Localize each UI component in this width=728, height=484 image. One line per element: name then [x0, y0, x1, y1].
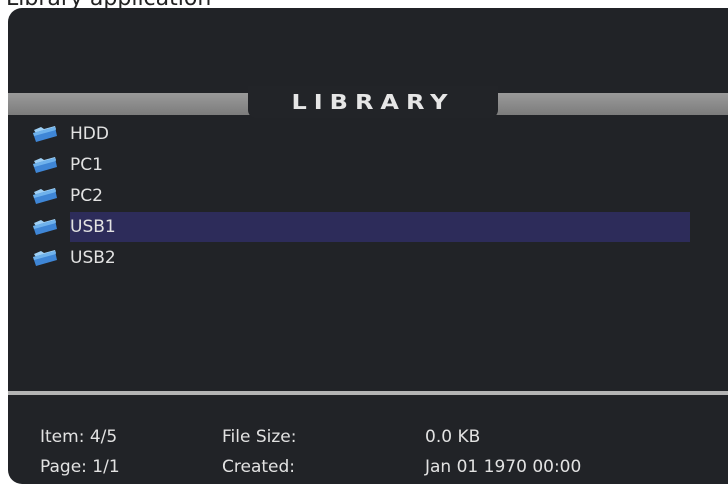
file-size-label: File Size:: [222, 427, 297, 447]
list-item-label: PC2: [70, 186, 103, 206]
list-item-pc1[interactable]: PC1: [8, 150, 728, 181]
folder-icon: [33, 188, 57, 204]
folder-icon: [33, 250, 57, 266]
divider: [8, 391, 728, 395]
list-item-label: USB1: [70, 217, 116, 237]
folder-icon: [33, 157, 57, 173]
list-item-pc2[interactable]: PC2: [8, 181, 728, 212]
created-label: Created:: [222, 457, 296, 477]
selection-highlight: [70, 212, 690, 242]
list-item-label: HDD: [70, 124, 109, 144]
library-screen: LIBRARY HDD PC1 PC2 USB1 USB2 Item: 4/5 …: [8, 8, 728, 484]
list-item-hdd[interactable]: HDD: [8, 119, 728, 150]
device-list: HDD PC1 PC2 USB1 USB2: [8, 119, 728, 274]
list-item-label: PC1: [70, 155, 103, 175]
folder-icon: [33, 219, 57, 235]
item-counter: Item: 4/5: [40, 427, 118, 447]
list-item-usb2[interactable]: USB2: [8, 243, 728, 274]
page-title: LIBRARY: [291, 90, 455, 114]
created-value: Jan 01 1970 00:00: [425, 457, 582, 477]
folder-icon: [33, 126, 57, 142]
list-item-label: USB2: [70, 248, 116, 268]
page-counter: Page: 1/1: [40, 457, 120, 477]
file-size-value: 0.0 KB: [425, 427, 481, 447]
list-item-usb1[interactable]: USB1: [8, 212, 728, 243]
